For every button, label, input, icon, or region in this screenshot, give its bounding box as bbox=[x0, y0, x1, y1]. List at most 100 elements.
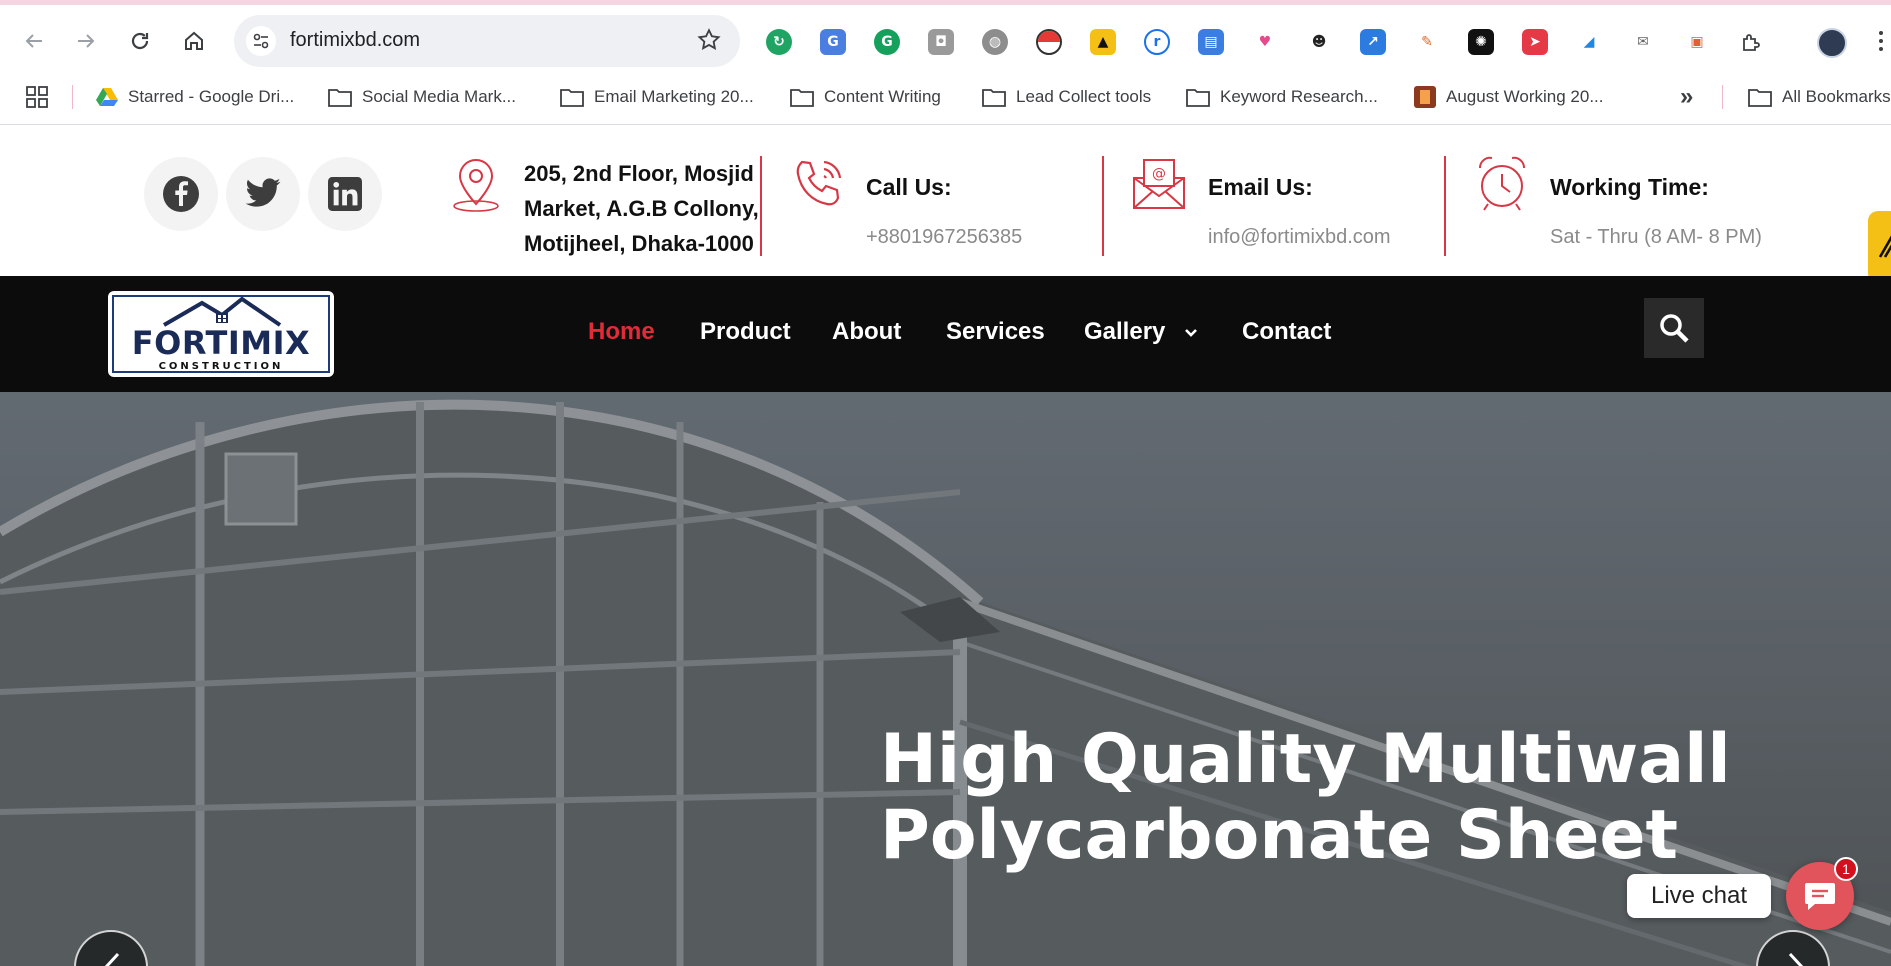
hero-title: High Quality Multiwall Polycarbonate She… bbox=[880, 722, 1860, 874]
bookmark-august-working[interactable]: August Working 20... bbox=[1414, 83, 1604, 111]
side-widget-tab[interactable] bbox=[1868, 211, 1891, 283]
folder-icon bbox=[790, 89, 814, 107]
refresh-ext-icon[interactable]: ↻ bbox=[766, 29, 792, 55]
forward-button[interactable] bbox=[68, 23, 104, 59]
pokeball-icon[interactable] bbox=[1036, 29, 1062, 55]
working-time-value: Sat - Thru (8 AM- 8 PM) bbox=[1550, 226, 1762, 248]
home-button[interactable] bbox=[176, 23, 212, 59]
bookmark-email-marketing[interactable]: Email Marketing 20... bbox=[560, 83, 754, 111]
live-chat-label[interactable]: Live chat bbox=[1627, 874, 1771, 918]
address-text: 205, 2nd Floor, Mosjid Market, A.G.B Col… bbox=[524, 161, 759, 256]
screen-icon[interactable]: ▣ bbox=[1684, 29, 1710, 55]
spy-icon[interactable]: ☻ bbox=[1306, 29, 1332, 55]
tasks-icon[interactable]: ◢ bbox=[1576, 29, 1602, 55]
nav-product[interactable]: Product bbox=[700, 318, 791, 346]
nav-gallery-label: Gallery bbox=[1084, 318, 1166, 345]
send-icon[interactable]: ➤ bbox=[1522, 29, 1548, 55]
location-pin-icon bbox=[453, 158, 499, 212]
browser-toolbar: fortimixbd.com ↻ G G ◘ ◍ ▲ r ▤ ♥ ☻ ↗ ✎ ✺… bbox=[0, 5, 1891, 69]
globe-icon[interactable]: ◍ bbox=[982, 29, 1008, 55]
email-icon: @ bbox=[1133, 159, 1185, 209]
reload-button[interactable] bbox=[122, 23, 158, 59]
ahrefs-icon[interactable]: ▲ bbox=[1090, 29, 1116, 55]
bookmark-star-icon[interactable] bbox=[696, 27, 722, 58]
apps-icon[interactable] bbox=[26, 83, 58, 111]
mail-icon[interactable]: ✉ bbox=[1630, 29, 1656, 55]
reload-icon bbox=[131, 32, 149, 50]
linkedin-icon bbox=[328, 177, 362, 211]
all-bookmarks[interactable]: All Bookmarks bbox=[1748, 83, 1891, 111]
facebook-button[interactable] bbox=[144, 157, 218, 231]
bookmarks-bar: Starred - Google Dri... Social Media Mar… bbox=[0, 69, 1891, 125]
nav-contact[interactable]: Contact bbox=[1242, 318, 1331, 346]
chat-bubble-icon bbox=[1805, 883, 1835, 910]
house-roof-icon bbox=[162, 297, 282, 327]
grammarly-icon[interactable]: G bbox=[874, 29, 900, 55]
back-button[interactable] bbox=[16, 23, 52, 59]
bookmark-starred-drive[interactable]: Starred - Google Dri... bbox=[96, 83, 294, 111]
info-separator bbox=[1444, 156, 1446, 256]
translate-icon[interactable]: G bbox=[820, 29, 846, 55]
r-ext-icon[interactable]: r bbox=[1144, 29, 1170, 55]
nav-services[interactable]: Services bbox=[946, 318, 1045, 346]
info-separator bbox=[760, 156, 762, 256]
phone-number[interactable]: +8801967256385 bbox=[866, 226, 1022, 249]
bookmark-label: Lead Collect tools bbox=[1016, 87, 1152, 106]
arrow-ext-icon[interactable]: ↗ bbox=[1360, 29, 1386, 55]
url-text[interactable]: fortimixbd.com bbox=[290, 29, 420, 52]
ahrefs-widget-icon bbox=[1878, 235, 1891, 258]
logo-frame: FORTIMIX CONSTRUCTION bbox=[112, 295, 330, 373]
home-icon bbox=[185, 31, 203, 50]
twitter-icon bbox=[245, 178, 281, 207]
logo-subtitle: CONSTRUCTION bbox=[158, 361, 284, 372]
site-logo[interactable]: FORTIMIX CONSTRUCTION bbox=[108, 291, 334, 377]
bookmark-label: August Working 20... bbox=[1446, 87, 1604, 106]
call-us-title: Call Us: bbox=[866, 174, 952, 200]
bookmark-content-writing[interactable]: Content Writing bbox=[790, 83, 941, 111]
folder-icon bbox=[328, 89, 352, 107]
folder-icon bbox=[1186, 89, 1210, 107]
camera-icon[interactable]: ◘ bbox=[928, 29, 954, 55]
chevron-down-icon bbox=[1185, 328, 1197, 337]
email-address[interactable]: info@fortimixbd.com bbox=[1208, 226, 1391, 249]
hero-title-line-1: High Quality Multiwall bbox=[880, 720, 1731, 799]
profile-avatar[interactable] bbox=[1817, 28, 1847, 58]
nav-gallery[interactable]: Gallery bbox=[1084, 318, 1198, 346]
linkedin-button[interactable] bbox=[308, 157, 382, 231]
puzzle-icon[interactable] bbox=[1738, 29, 1764, 55]
chevron-left-icon bbox=[104, 952, 120, 966]
hero-overlay bbox=[0, 392, 1891, 966]
working-time-title: Working Time: bbox=[1550, 174, 1709, 200]
folder-icon bbox=[560, 89, 584, 107]
svg-text:@: @ bbox=[1152, 166, 1166, 182]
browser-menu-icon[interactable] bbox=[1878, 31, 1884, 55]
nav-about[interactable]: About bbox=[832, 318, 901, 346]
more-bookmarks-button[interactable]: » bbox=[1680, 83, 1693, 111]
heart-icon[interactable]: ♥ bbox=[1252, 29, 1278, 55]
bookmark-lead-collect[interactable]: Lead Collect tools bbox=[982, 83, 1151, 111]
phone-icon bbox=[796, 160, 842, 206]
chevron-right-icon bbox=[1788, 952, 1804, 966]
twitter-button[interactable] bbox=[226, 157, 300, 231]
bookmark-separator bbox=[72, 85, 73, 109]
google-drive-icon bbox=[96, 88, 118, 106]
site-info-icon[interactable] bbox=[246, 26, 276, 56]
chatgpt-icon[interactable]: ✺ bbox=[1468, 29, 1494, 55]
bookmark-label: Email Marketing 20... bbox=[594, 87, 754, 106]
email-us-title: Email Us: bbox=[1208, 174, 1313, 200]
bookmark-label: Starred - Google Dri... bbox=[128, 87, 295, 106]
info-separator bbox=[1102, 156, 1104, 256]
bookmark-label: Keyword Research... bbox=[1220, 87, 1378, 106]
sheet-icon bbox=[1414, 86, 1436, 108]
bookmark-keyword-research[interactable]: Keyword Research... bbox=[1186, 83, 1378, 111]
address-bar[interactable]: fortimixbd.com bbox=[234, 15, 740, 67]
hero-slider: High Quality Multiwall Polycarbonate She… bbox=[0, 392, 1891, 966]
dropper-icon[interactable]: ✎ bbox=[1414, 29, 1440, 55]
alarm-clock-icon bbox=[1478, 156, 1526, 211]
folder-icon bbox=[1748, 89, 1772, 107]
chat-notification-badge: 1 bbox=[1834, 857, 1858, 881]
search-button[interactable] bbox=[1644, 298, 1704, 358]
bookmark-social-media[interactable]: Social Media Mark... bbox=[328, 83, 516, 111]
reader-icon[interactable]: ▤ bbox=[1198, 29, 1224, 55]
nav-home[interactable]: Home bbox=[588, 318, 655, 346]
